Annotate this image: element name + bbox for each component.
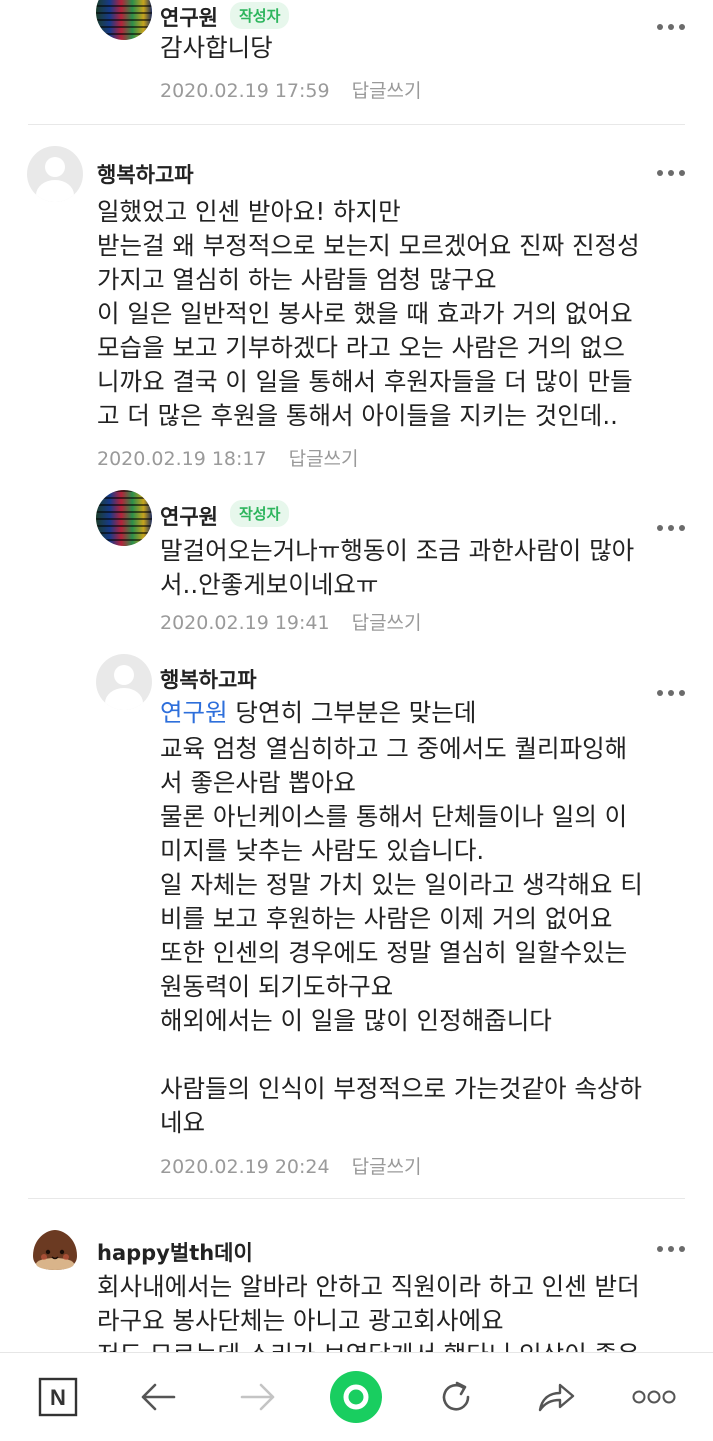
comment-text: 일했었고 인센 받아요! 하지만 받는걸 왜 부정적으로 보는지 모르겠어요 진… xyxy=(97,197,640,430)
reply-button[interactable]: 답글쓰기 xyxy=(289,448,359,470)
share-icon xyxy=(538,1383,575,1412)
author-badge: 작성자 xyxy=(230,2,290,29)
comment-author[interactable]: 행복하고파 xyxy=(160,664,257,694)
comment-text: 말걸어오는거나ㅠ행동이 조금 과한사람이 많아 서..안좋게보이네요ㅠ xyxy=(160,536,635,599)
more-options-icon[interactable] xyxy=(657,168,687,178)
comment-text: 감사합니당 xyxy=(160,33,273,62)
refresh-icon xyxy=(442,1381,470,1411)
comment: 행복하고파 일했었고 인센 받아요! 하지만 받는걸 왜 부정적으로 보는지 모… xyxy=(0,140,713,480)
comment-text: 교육 엄청 열심히하고 그 중에서도 퀄리파잉해 서 좋은사람 뽑아요 물론 아… xyxy=(160,734,643,1137)
comment-meta: 2020.02.19 17:59 답글쓰기 xyxy=(160,76,422,103)
forward-button[interactable] xyxy=(218,1353,298,1441)
mention-link[interactable]: 연구원 xyxy=(160,698,228,727)
forward-arrow-icon xyxy=(240,1383,275,1411)
comment-divider xyxy=(28,1198,685,1199)
comment-date: 2020.02.19 20:24 xyxy=(160,1156,330,1178)
refresh-button[interactable] xyxy=(416,1353,496,1441)
avatar[interactable] xyxy=(96,490,152,546)
more-options-icon[interactable] xyxy=(657,1244,687,1254)
reply-comment: 연구원 작성자 감사합니당 2020.02.19 17:59 답글쓰기 xyxy=(0,0,713,110)
comment-meta: 2020.02.19 20:24 답글쓰기 xyxy=(160,1152,422,1179)
back-button[interactable] xyxy=(118,1353,198,1441)
more-options-icon[interactable] xyxy=(657,523,687,533)
comment-date: 2020.02.19 17:59 xyxy=(160,80,330,102)
comment-date: 2020.02.19 19:41 xyxy=(160,612,330,634)
avatar[interactable] xyxy=(27,146,83,202)
comment-date: 2020.02.19 18:17 xyxy=(97,448,267,470)
comment-text: 회사내에서는 알바라 안하고 직원이라 하고 인센 받더 라구요 봉사단체는 아… xyxy=(97,1272,640,1352)
green-window-icon xyxy=(330,1371,382,1423)
comment-text-first: 당연히 그부분은 맞는데 xyxy=(227,698,477,727)
bottom-navigation-bar: N xyxy=(0,1352,713,1441)
comment-author[interactable]: 행복하고파 xyxy=(97,159,194,189)
naver-home-letter: N xyxy=(50,1385,66,1410)
naver-home-icon: N xyxy=(38,1377,78,1417)
comment-author[interactable]: 연구원 xyxy=(160,2,218,32)
comment: happy벌th데이 회사내에서는 알바라 안하고 직원이라 하고 인센 받더 … xyxy=(0,1214,713,1352)
comment-divider xyxy=(28,124,685,125)
avatar[interactable] xyxy=(96,0,152,40)
share-button[interactable] xyxy=(516,1353,596,1441)
reply-button[interactable]: 답글쓰기 xyxy=(352,612,422,634)
reply-comment: 행복하고파 연구원 당연히 그부분은 맞는데 교육 엄청 열심히하고 그 중에서… xyxy=(0,652,713,1192)
chestnut-character-icon xyxy=(33,1230,77,1270)
reply-comment: 연구원 작성자 말걸어오는거나ㅠ행동이 조금 과한사람이 많아 서..안좋게보이… xyxy=(0,488,713,638)
comment-meta: 2020.02.19 18:17 답글쓰기 xyxy=(97,444,359,471)
comment-first-line: 연구원 당연히 그부분은 맞는데 xyxy=(160,696,680,730)
avatar[interactable] xyxy=(27,1222,83,1278)
comment-author[interactable]: 연구원 xyxy=(160,501,218,531)
naver-home-button[interactable]: N xyxy=(18,1353,98,1441)
comment-meta: 2020.02.19 19:41 답글쓰기 xyxy=(160,608,422,635)
reply-button[interactable]: 답글쓰기 xyxy=(352,1156,422,1178)
green-window-button[interactable] xyxy=(316,1353,396,1441)
comment-author[interactable]: happy벌th데이 xyxy=(97,1237,253,1267)
more-options-icon xyxy=(632,1390,676,1404)
avatar[interactable] xyxy=(96,654,152,710)
reply-button[interactable]: 답글쓰기 xyxy=(352,80,422,102)
more-menu-button[interactable] xyxy=(614,1353,694,1441)
author-badge: 작성자 xyxy=(230,500,290,527)
back-arrow-icon xyxy=(141,1383,176,1411)
